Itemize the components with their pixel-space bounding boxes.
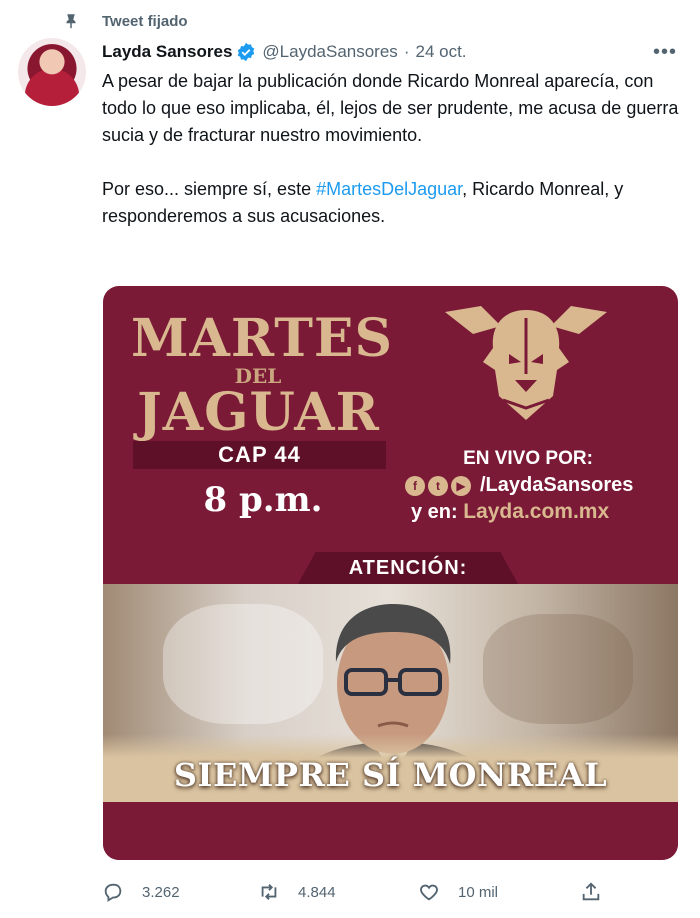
separator-dot: · xyxy=(403,42,410,61)
heart-icon xyxy=(420,884,438,901)
share-icon xyxy=(582,882,600,901)
hashtag-link[interactable]: #MartesDelJaguar xyxy=(316,179,462,199)
image-title-jaguar: JAGUAR xyxy=(137,382,380,443)
tweet-actions: 3.262 4.844 10 mil xyxy=(102,878,602,906)
facebook-icon: f xyxy=(405,475,425,496)
pinned-label: Tweet fijado xyxy=(102,12,188,30)
retweet-count: 4.844 xyxy=(298,883,336,901)
jaguar-logo-icon xyxy=(445,306,607,420)
card-footer xyxy=(103,802,678,860)
tweet-image[interactable]: MARTES DEL JAGUAR CAP 44 8 p.m. EN VIVO … xyxy=(103,286,678,860)
tweet-text: A pesar de bajar la publicación donde Ri… xyxy=(102,68,682,230)
reply-button[interactable]: 3.262 xyxy=(102,878,180,906)
youtube-icon: ▶ xyxy=(451,475,471,496)
show-time: 8 p.m. xyxy=(203,480,323,520)
website-url: Layda.com.mx xyxy=(463,500,610,523)
like-count: 10 mil xyxy=(458,883,499,901)
social-handle: /LaydaSansores xyxy=(480,474,634,496)
social-row: f t ▶ /LaydaSansores xyxy=(405,474,633,497)
tweet-header: Layda Sansores @LaydaSansores · 24 oct. … xyxy=(102,40,680,64)
tweet-paragraph-2: Por eso... siempre sí, este #MartesDelJa… xyxy=(102,176,682,230)
banner-text: SIEMPRE SÍ MONREAL xyxy=(173,756,608,794)
attention-label: ATENCIÓN: xyxy=(298,552,518,584)
share-button[interactable] xyxy=(580,878,620,906)
verified-badge-icon xyxy=(238,42,255,62)
image-title-martes: MARTES xyxy=(131,308,394,369)
twitter-icon: t xyxy=(428,475,448,496)
pinned-indicator: Tweet fijado xyxy=(62,10,188,32)
avatar[interactable] xyxy=(18,38,86,106)
author-handle[interactable]: @LaydaSansores xyxy=(262,42,397,62)
like-button[interactable]: 10 mil xyxy=(418,878,498,906)
retweet-icon xyxy=(261,884,277,900)
tweet-date[interactable]: 24 oct. xyxy=(415,42,466,62)
author-name[interactable]: Layda Sansores xyxy=(102,42,232,62)
reply-count: 3.262 xyxy=(142,883,180,901)
pin-icon xyxy=(66,14,76,29)
reply-icon xyxy=(104,883,122,902)
chapter-label: CAP 44 xyxy=(133,441,386,469)
paragraph-2-start: Por eso... siempre sí, este xyxy=(102,179,317,199)
retweet-button[interactable]: 4.844 xyxy=(258,878,336,906)
tweet-paragraph-1: A pesar de bajar la publicación donde Ri… xyxy=(102,71,679,145)
more-options-icon[interactable]: ••• xyxy=(650,40,680,64)
live-label: EN VIVO POR: xyxy=(463,448,593,469)
website-line: y en: Layda.com.mx xyxy=(411,500,609,524)
website-prefix: y en: xyxy=(411,501,464,523)
